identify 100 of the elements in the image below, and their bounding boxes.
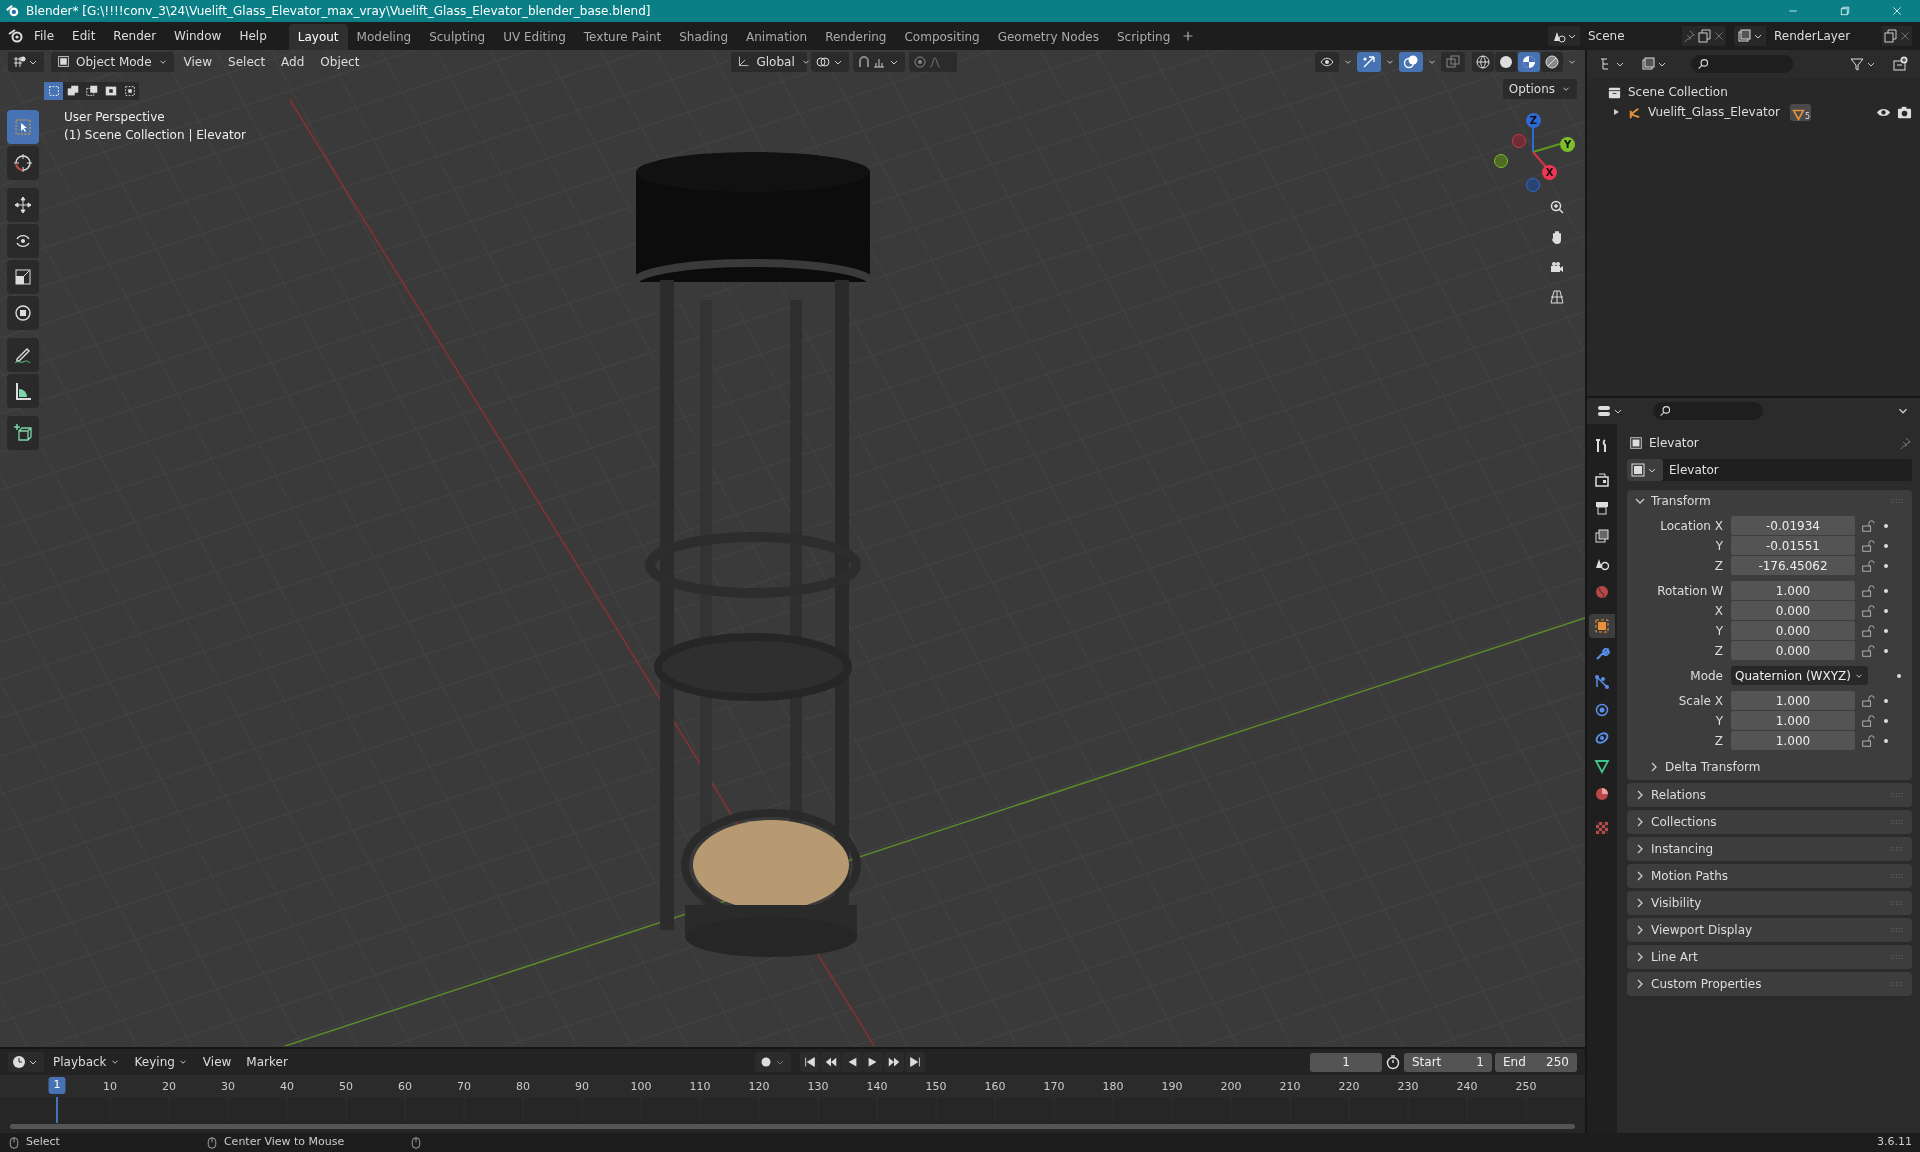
lock-icon[interactable] (1860, 693, 1876, 708)
copy-icon[interactable] (1696, 28, 1712, 44)
lock-icon[interactable] (1860, 583, 1876, 598)
editor-type-button[interactable] (8, 1052, 44, 1072)
lock-icon[interactable] (1860, 713, 1876, 728)
copy-icon[interactable] (1882, 28, 1898, 44)
number-field[interactable]: 1.000 (1731, 581, 1855, 600)
workspace-tab[interactable]: Texture Paint (574, 24, 671, 50)
options-dropdown[interactable]: Options (1502, 79, 1577, 99)
jump-to-start-button[interactable] (799, 1052, 820, 1072)
gizmo-toggle[interactable] (1357, 51, 1381, 72)
object-properties-tab[interactable] (1589, 614, 1615, 638)
logo-icon[interactable] (8, 28, 24, 44)
view-layer-name-field[interactable]: RenderLayer (1766, 26, 1882, 46)
pin-icon[interactable] (1898, 436, 1912, 450)
scale-tool-button[interactable] (7, 260, 39, 294)
collection-name[interactable]: Scene Collection (1628, 83, 1728, 101)
number-field[interactable]: 0.000 (1731, 641, 1855, 660)
panel-title[interactable]: Instancing (1651, 840, 1714, 858)
current-frame-field[interactable]: 1 (1310, 1052, 1382, 1072)
lock-icon[interactable] (1860, 518, 1876, 533)
transform-tool-button[interactable] (7, 296, 39, 330)
menu-item[interactable]: Help (231, 25, 275, 47)
keyframe-dot-icon[interactable] (1882, 626, 1890, 635)
end-frame-field[interactable]: End 250 (1495, 1052, 1577, 1072)
workspace-tab[interactable]: Scripting (1107, 24, 1180, 50)
gizmo-axis-handle[interactable]: Y (1560, 137, 1575, 152)
menu-item[interactable]: Window (166, 25, 230, 47)
lock-icon[interactable] (1860, 733, 1876, 748)
workspace-tab[interactable]: Layout (288, 24, 348, 50)
keyframe-dot-icon[interactable] (1894, 671, 1903, 680)
workspace-tab[interactable]: Rendering (816, 24, 896, 50)
selection-mode-button[interactable] (63, 82, 82, 100)
camera-icon[interactable] (1897, 104, 1912, 120)
scene-name-field[interactable]: Scene (1580, 26, 1682, 46)
keyframe-dot-icon[interactable] (1882, 521, 1890, 530)
drag-handle-icon[interactable] (1890, 926, 1904, 934)
lock-icon[interactable] (1860, 643, 1876, 658)
cursor-tool-button[interactable] (7, 146, 39, 180)
menu-item[interactable]: View (196, 1053, 238, 1071)
jump-to-end-button[interactable] (904, 1052, 925, 1072)
record-button[interactable] (754, 1052, 791, 1072)
keyframe-dot-icon[interactable] (1882, 736, 1890, 745)
start-frame-field[interactable]: Start 1 (1404, 1052, 1492, 1072)
number-field[interactable]: 0.000 (1731, 601, 1855, 620)
panel-title[interactable]: Line Art (1651, 948, 1698, 966)
workspace-tab[interactable]: Compositing (895, 24, 989, 50)
number-field[interactable]: 1.000 (1731, 691, 1855, 710)
keyframe-dot-icon[interactable] (1882, 586, 1890, 595)
lock-icon[interactable] (1860, 603, 1876, 618)
keyframe-dot-icon[interactable] (1882, 646, 1890, 655)
stopwatch-icon[interactable] (1385, 1054, 1401, 1070)
expand-arrow-icon[interactable] (1611, 107, 1621, 117)
panel-title[interactable]: Collections (1651, 813, 1717, 831)
drag-handle-icon[interactable] (1890, 899, 1904, 907)
gizmo-negative-handle[interactable] (1526, 178, 1540, 192)
outliner-item-name[interactable]: Vuelift_Glass_Elevator (1648, 103, 1784, 121)
menu-dropdown[interactable]: Keying (128, 1053, 194, 1071)
move-tool-button[interactable] (7, 188, 39, 222)
keyframe-dot-icon[interactable] (1882, 541, 1890, 550)
workspace-tab[interactable]: Geometry Nodes (988, 24, 1108, 50)
lock-icon[interactable] (1860, 623, 1876, 638)
mesh-data-badge[interactable]: 5 (1790, 103, 1812, 121)
number-field[interactable]: -0.01934 (1731, 516, 1855, 535)
selectability-button[interactable] (1315, 51, 1339, 72)
number-field[interactable]: 1.000 (1731, 711, 1855, 730)
keyframe-dot-icon[interactable] (1882, 606, 1890, 615)
previous-keyframe-button[interactable] (820, 1052, 841, 1072)
overlay-toggle[interactable] (1399, 51, 1423, 72)
number-field[interactable]: -0.01551 (1731, 536, 1855, 555)
menu-item[interactable]: Edit (64, 25, 104, 47)
drag-handle-icon[interactable] (1890, 845, 1904, 853)
drag-handle-icon[interactable] (1890, 980, 1904, 988)
number-field[interactable]: 1.000 (1731, 731, 1855, 750)
workspace-tab[interactable]: Animation (737, 24, 817, 50)
menu-item[interactable]: Object (314, 52, 366, 71)
pin-icon[interactable] (1682, 29, 1696, 43)
menu-item[interactable]: Render (105, 25, 165, 47)
keyframe-dot-icon[interactable] (1882, 716, 1890, 725)
orientation-dropdown[interactable]: Global (731, 51, 808, 72)
gizmo-axis-handle[interactable]: X (1542, 165, 1557, 180)
playhead-frame-marker[interactable]: 1 (48, 1077, 66, 1094)
add-cube-tool-button[interactable] (7, 416, 39, 450)
object-browse-button[interactable] (1627, 459, 1663, 481)
menu-dropdown[interactable]: Playback (47, 1053, 126, 1071)
search-field[interactable] (1691, 55, 1793, 73)
workspace-tab[interactable]: UV Editing (494, 24, 575, 50)
drag-handle-icon[interactable] (1890, 953, 1904, 961)
proportional-edit-button[interactable] (909, 51, 958, 72)
mode-dropdown[interactable]: Object Mode (51, 51, 174, 72)
panel-title[interactable]: Relations (1651, 786, 1707, 804)
workspace-tab[interactable]: Sculpting (420, 24, 495, 50)
rotate-tool-button[interactable] (7, 224, 39, 258)
rotation-mode-dropdown[interactable]: Quaternion (WXYZ) (1731, 666, 1868, 685)
gizmo-axis-handle[interactable]: Z (1526, 113, 1541, 128)
workspace-tab[interactable]: Modeling (347, 24, 421, 50)
snap-button[interactable] (853, 51, 906, 72)
editor-type-button[interactable] (8, 51, 44, 72)
shading-mode-button[interactable] (1472, 51, 1494, 72)
keyframe-dot-icon[interactable] (1882, 561, 1890, 570)
